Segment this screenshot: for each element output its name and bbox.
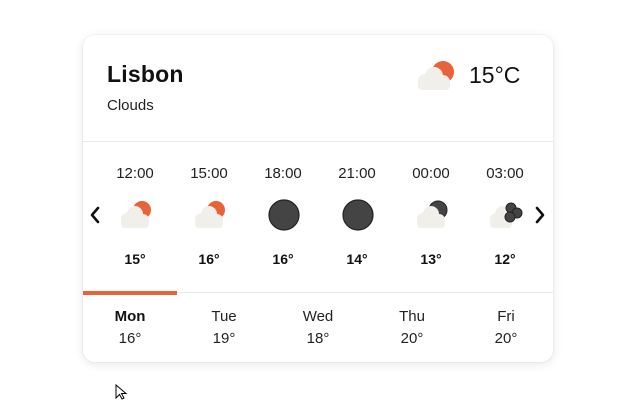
hour-temperature: 16° [272, 251, 294, 267]
day-tab-thu[interactable]: Thu 20° [365, 293, 459, 362]
hourly-item: 18:00 16° [253, 142, 313, 282]
hour-temperature: 15° [124, 251, 146, 267]
day-tab-tue[interactable]: Tue 19° [177, 293, 271, 362]
daily-forecast: Mon 16° Tue 19° Wed 18° Thu 20° Fri 20° [83, 291, 553, 362]
chevron-right-icon[interactable] [532, 203, 548, 227]
weather-condition: Clouds [107, 97, 154, 114]
hourly-item: 15:00 16° [179, 142, 239, 282]
hour-temperature: 16° [198, 251, 220, 267]
day-name: Fri [497, 308, 515, 325]
partly-cloudy-night-icon [417, 200, 448, 228]
weather-card: Lisbon Clouds 15°C 12:00 15° 15:00 16° 1… [83, 35, 553, 362]
hour-time: 03:00 [486, 165, 524, 182]
day-name: Tue [211, 308, 237, 325]
hourly-item: 21:00 14° [327, 142, 387, 282]
city-name: Lisbon [107, 61, 184, 87]
day-name: Mon [114, 308, 146, 325]
hour-temperature: 13° [420, 251, 442, 267]
day-temperature: 20° [494, 330, 518, 347]
hourly-forecast: 12:00 15° 15:00 16° 18:00 16° 21:00 14° … [83, 142, 553, 292]
chevron-left-icon[interactable] [87, 203, 103, 227]
partly-cloudy-day-icon [121, 201, 151, 228]
day-temperature: 18° [306, 330, 330, 347]
day-temperature: 20° [400, 330, 424, 347]
hour-time: 15:00 [190, 165, 228, 182]
day-tab-mon[interactable]: Mon 16° [83, 291, 177, 362]
cloudy-night-icon [490, 202, 523, 228]
hourly-item: 00:00 13° [401, 142, 461, 282]
day-tab-fri[interactable]: Fri 20° [459, 293, 553, 362]
moon-icon [268, 199, 300, 231]
partly-cloudy-day-icon [418, 61, 454, 90]
mouse-cursor-icon [115, 384, 128, 400]
day-name: Wed [302, 308, 334, 325]
partly-cloudy-day-icon [195, 201, 225, 228]
moon-icon [342, 199, 374, 231]
hour-temperature: 14° [346, 251, 368, 267]
hour-time: 12:00 [116, 165, 154, 182]
hourly-item: 12:00 15° [105, 142, 165, 282]
day-name: Thu [399, 308, 425, 325]
hour-time: 21:00 [338, 165, 376, 182]
hour-time: 18:00 [264, 165, 302, 182]
weather-header: Lisbon Clouds 15°C [83, 35, 553, 142]
current-temperature: 15°C [469, 62, 521, 88]
day-temperature: 16° [118, 330, 142, 347]
day-temperature: 19° [212, 330, 236, 347]
hour-temperature: 12° [494, 251, 516, 267]
hourly-item: 03:00 12° [475, 142, 535, 282]
hour-time: 00:00 [412, 165, 450, 182]
day-tab-wed[interactable]: Wed 18° [271, 293, 365, 362]
